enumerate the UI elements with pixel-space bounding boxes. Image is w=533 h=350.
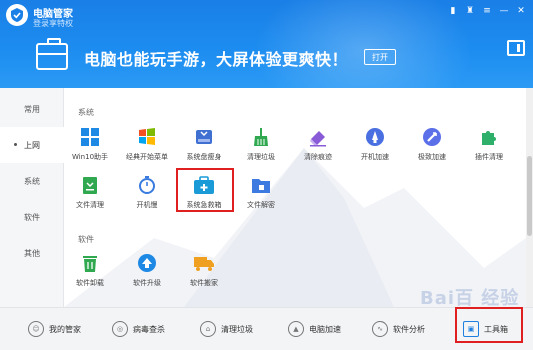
tool-boot-accelerate[interactable]: 开机加速	[349, 126, 401, 162]
shirt-skin-icon[interactable]: ♜	[464, 5, 476, 17]
sidebar-item-label: 其他	[24, 248, 40, 258]
bottom-item-virus-scan[interactable]: ◎ 病毒查杀	[112, 321, 165, 337]
tool-clean-junk[interactable]: 清理垃圾	[235, 126, 287, 162]
sidebar-item-label: 系统	[24, 176, 40, 186]
watermark: Bai百 经验	[420, 288, 520, 309]
bottom-item-label: 软件分析	[393, 324, 425, 334]
rocket-icon	[364, 126, 386, 148]
highlight-toolbox	[455, 307, 523, 343]
scrollbar-thumb[interactable]	[527, 156, 532, 236]
tool-label: 开机加速	[361, 153, 389, 161]
bottom-item-clean-junk[interactable]: ⌂ 清理垃圾	[200, 321, 253, 337]
analysis-icon: ∿	[372, 321, 388, 337]
sidebar-item-common[interactable]: 常用	[0, 91, 63, 127]
upgrade-icon	[136, 252, 158, 274]
tool-extreme-accelerate[interactable]: 极致加速	[406, 126, 458, 162]
close-icon[interactable]: ✕	[515, 5, 527, 17]
bottom-item-label: 我的管家	[49, 324, 81, 334]
sidebar-item-label: 软件	[24, 212, 40, 222]
truck-icon	[193, 252, 215, 274]
broom-icon	[250, 126, 272, 148]
start-menu-icon	[136, 126, 158, 148]
eraser-icon	[307, 126, 329, 148]
clean-icon: ⌂	[200, 321, 216, 337]
sidebar-item-other[interactable]: 其他	[0, 235, 63, 271]
trash-icon	[79, 252, 101, 274]
sidebar-item-label: 常用	[24, 104, 40, 114]
shield-badge-icon[interactable]: ▮	[447, 5, 459, 17]
window-controls: ▮ ♜ ≡ — ✕	[447, 5, 527, 17]
virus-scan-icon: ◎	[112, 321, 128, 337]
tool-classic-start-menu[interactable]: 经典开始菜单	[121, 126, 173, 162]
tool-plugin-clean[interactable]: 插件清理	[463, 126, 515, 162]
bottom-item-label: 病毒查杀	[133, 324, 165, 334]
bottom-item-software-analysis[interactable]: ∿ 软件分析	[372, 321, 425, 337]
pc-manager-window: 电脑管家 登录享特权 ▮ ♜ ≡ — ✕ 电脑也能玩手游，大屏体验更爽快！ 打开…	[0, 0, 533, 350]
header: 电脑管家 登录享特权 ▮ ♜ ≡ — ✕ 电脑也能玩手游，大屏体验更爽快！ 打开	[0, 0, 533, 88]
tool-slow-boot[interactable]: 开机慢	[121, 174, 173, 210]
tool-label: 系统盘瘦身	[186, 153, 222, 161]
tool-clear-traces[interactable]: 清除痕迹	[292, 126, 344, 162]
bottom-bar: ☺ 我的管家 ◎ 病毒查杀 ⌂ 清理垃圾 ▲ 电脑加速 ∿ 软件分析 ▣ 工具箱	[0, 307, 533, 350]
stopwatch-icon	[136, 174, 158, 196]
section-software-label: 软件	[78, 235, 94, 244]
tool-label: 插件清理	[475, 153, 503, 161]
toolbox-banner-icon	[36, 38, 68, 70]
tool-label: 经典开始菜单	[126, 153, 168, 161]
sidebar: 常用 上网 系统 软件 其他	[0, 88, 65, 307]
app-logo-icon	[6, 4, 28, 26]
bottom-item-label: 清理垃圾	[221, 324, 253, 334]
bottom-item-my-manager[interactable]: ☺ 我的管家	[28, 321, 81, 337]
banner-text: 电脑也能玩手游，大屏体验更爽快！	[84, 50, 349, 69]
active-dot-icon	[14, 143, 17, 146]
tool-label: 软件搬家	[190, 279, 218, 287]
rocket-icon: ▲	[288, 321, 304, 337]
scrollbar[interactable]	[526, 88, 533, 307]
tool-label: 软件卸载	[76, 279, 104, 287]
open-button[interactable]: 打开	[364, 49, 396, 65]
tool-software-move[interactable]: 软件搬家	[178, 252, 230, 288]
tool-label: 清理垃圾	[247, 153, 275, 161]
tool-label: 极致加速	[418, 153, 446, 161]
tool-label: 软件升级	[133, 279, 161, 287]
puzzle-icon	[478, 126, 500, 148]
tool-label: Win10助手	[71, 153, 109, 161]
login-link[interactable]: 登录享特权	[33, 18, 73, 29]
tool-label: 开机慢	[136, 201, 158, 209]
tool-software-uninstall[interactable]: 软件卸载	[64, 252, 116, 288]
sidebar-item-label: 上网	[24, 140, 40, 150]
section-system-label: 系统	[78, 108, 94, 117]
tool-win10-assistant[interactable]: Win10助手	[64, 126, 116, 162]
menu-icon[interactable]: ≡	[481, 5, 493, 17]
side-panel-toggle-icon[interactable]	[507, 40, 525, 56]
bottom-item-pc-accelerate[interactable]: ▲ 电脑加速	[288, 321, 341, 337]
file-clean-icon	[79, 174, 101, 196]
tool-system-disk-slim[interactable]: 系统盘瘦身	[178, 126, 230, 162]
windows-icon	[79, 126, 101, 148]
bottom-item-label: 电脑加速	[309, 324, 341, 334]
tool-label: 文件解密	[247, 201, 275, 209]
minimize-icon[interactable]: —	[498, 5, 510, 17]
tool-label: 清除痕迹	[304, 153, 332, 161]
speed-icon	[421, 126, 443, 148]
folder-unlock-icon	[250, 174, 272, 196]
user-icon: ☺	[28, 321, 44, 337]
sidebar-item-software[interactable]: 软件	[0, 199, 63, 235]
tool-file-decrypt[interactable]: 文件解密	[235, 174, 287, 210]
sidebar-item-system[interactable]: 系统	[0, 163, 63, 199]
tool-software-upgrade[interactable]: 软件升级	[121, 252, 173, 288]
sidebar-item-internet[interactable]: 上网	[0, 127, 65, 163]
tool-panel: 系统 Win10助手 经典开始菜单 系统盘瘦身 清理垃圾 清除痕迹 开机加速 极…	[64, 88, 526, 307]
tool-file-clean[interactable]: 文件清理	[64, 174, 116, 210]
disk-icon	[193, 126, 215, 148]
tool-label: 文件清理	[76, 201, 104, 209]
highlight-first-aid	[176, 168, 234, 212]
